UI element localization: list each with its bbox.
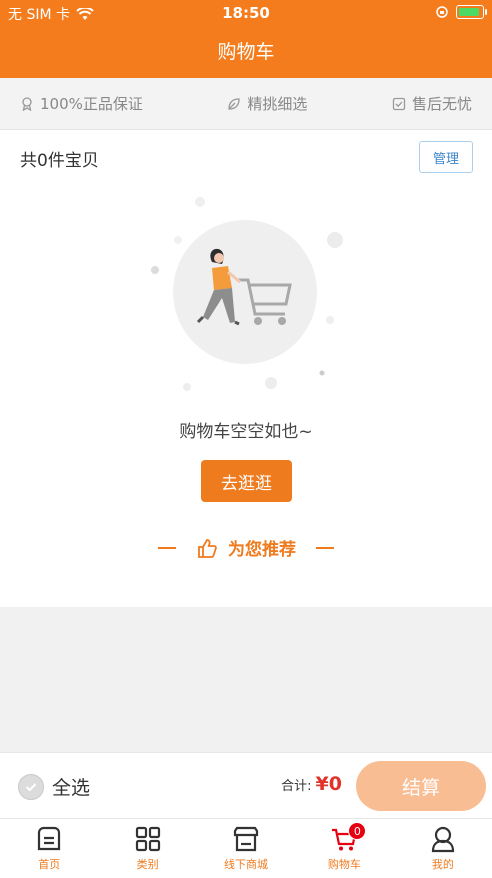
tab-label: 首页	[38, 858, 61, 871]
status-bar: 无 SIM 卡 18:50	[0, 0, 492, 26]
store-icon	[233, 826, 259, 852]
check-square-icon	[392, 97, 406, 110]
tab-label: 购物车	[327, 858, 361, 871]
guarantee-label: 售后无忧	[411, 95, 472, 113]
divider	[316, 546, 334, 549]
total-amount: ¥0	[315, 773, 342, 795]
cart-item-count: 共0件宝贝	[20, 151, 99, 171]
recommend-heading: 为您推荐	[0, 535, 492, 560]
tab-offline-store[interactable]: 线下商城	[197, 819, 295, 878]
clock: 18:50	[222, 4, 270, 22]
thumbs-up-icon	[198, 538, 217, 558]
total-label: 合计:	[281, 779, 312, 794]
tab-bar: 首页 类别 线下商城 0 购物车 我的	[0, 818, 492, 878]
checkbox-circle-icon[interactable]	[18, 773, 44, 800]
tab-category[interactable]: 类别	[98, 819, 196, 878]
leaf-icon	[228, 97, 241, 110]
battery-icon	[456, 5, 487, 19]
award-icon	[22, 96, 32, 111]
page-title: 购物车	[0, 26, 492, 78]
tab-cart[interactable]: 0 购物车	[295, 819, 393, 878]
tab-home[interactable]: 首页	[0, 819, 98, 878]
home-icon	[38, 826, 61, 851]
user-icon	[431, 826, 454, 853]
tab-label: 线下商城	[224, 858, 269, 871]
cart-panel: 共0件宝贝 管理 购物车空空如也~ 去逛逛 为您推荐	[0, 130, 492, 607]
order-total: 合计: ¥0	[281, 773, 342, 795]
select-all-label: 全选	[52, 777, 91, 799]
tab-mine[interactable]: 我的	[394, 819, 492, 878]
recommend-label: 为您推荐	[228, 540, 296, 560]
checkout-button[interactable]: 结算	[356, 761, 486, 811]
empty-cart-illustration	[151, 197, 343, 391]
cart-badge: 0	[348, 822, 367, 840]
tab-label: 我的	[431, 858, 454, 871]
empty-cart-message: 购物车空空如也~	[179, 422, 313, 442]
guarantee-strip: 100%正品保证 精挑细选 售后无忧	[0, 78, 492, 130]
guarantee-label: 100%正品保证	[40, 95, 143, 113]
guarantee-selected: 精挑细选	[227, 93, 307, 114]
tab-label: 类别	[136, 858, 159, 871]
guarantee-aftersales: 售后无忧	[392, 93, 472, 114]
guarantee-authentic: 100%正品保证	[20, 93, 143, 114]
checkout-bar: 全选 合计: ¥0 结算	[0, 752, 492, 818]
select-all-toggle[interactable]: 全选	[18, 773, 90, 800]
manage-button[interactable]: 管理	[419, 141, 473, 173]
go-shopping-button[interactable]: 去逛逛	[201, 460, 292, 502]
grid-icon	[135, 826, 160, 852]
guarantee-label: 精挑细选	[247, 95, 308, 113]
orientation-lock-icon	[436, 6, 448, 18]
status-right	[436, 5, 487, 19]
divider	[158, 546, 176, 549]
